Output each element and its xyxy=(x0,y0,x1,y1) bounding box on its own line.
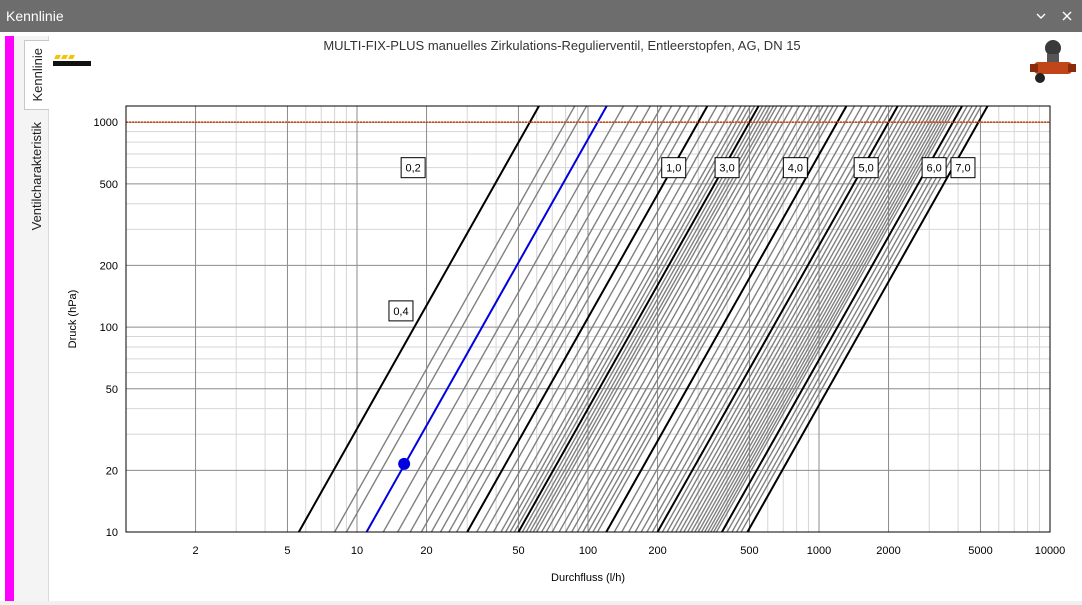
y-tick-labels: 10 20 50 100 200 500 1000 xyxy=(94,117,118,539)
x-tick-label: 5000 xyxy=(968,545,992,557)
grey-curve xyxy=(571,106,813,532)
window-bottom-border xyxy=(0,601,1082,605)
x-tick-label: 10000 xyxy=(1035,545,1066,557)
grey-curve xyxy=(509,106,751,532)
grey-curve xyxy=(715,106,958,532)
curve-label: 0,4 xyxy=(388,300,414,322)
curve-label: 6,0 xyxy=(921,157,947,179)
x-tick-label: 5 xyxy=(284,545,290,557)
grey-curve xyxy=(456,106,698,532)
curve-label: 4,0 xyxy=(782,157,808,179)
curve-label: 1,0 xyxy=(661,157,687,179)
curve-label-text: 6,0 xyxy=(926,163,941,175)
y-tick-label: 100 xyxy=(100,322,118,334)
window-title: Kennlinie xyxy=(6,8,64,24)
window-titlebar: Kennlinie xyxy=(0,0,1082,32)
y-tick-label: 1000 xyxy=(94,117,118,129)
y-tick-label: 20 xyxy=(106,465,118,477)
kennlinie-chart: MULTI-FIX-PLUS manuelles Zirkulations-Re… xyxy=(67,38,1065,584)
x-tick-label: 500 xyxy=(740,545,758,557)
y-tick-label: 10 xyxy=(106,527,118,539)
curve-label-text: 5,0 xyxy=(859,163,874,175)
grey-curve xyxy=(484,106,727,532)
x-tick-label: 200 xyxy=(648,545,666,557)
grey-curve xyxy=(707,106,949,532)
chevron-down-icon[interactable] xyxy=(1029,0,1053,32)
x-axis-label: Durchfluss (l/h) xyxy=(551,572,625,584)
x-tick-label: 1000 xyxy=(807,545,831,557)
curve-label-text: 0,4 xyxy=(393,306,408,318)
curve-label-text: 1,0 xyxy=(666,163,681,175)
curve-label-text: 4,0 xyxy=(788,163,803,175)
curve-label: 7,0 xyxy=(950,157,976,179)
y-tick-label: 200 xyxy=(100,260,118,272)
curve-label: 0,2 xyxy=(400,157,426,179)
y-tick-label: 500 xyxy=(100,179,118,191)
grey-curve xyxy=(334,106,576,532)
x-tick-label: 50 xyxy=(512,545,524,557)
x-tick-label: 2000 xyxy=(876,545,900,557)
x-tick-label: 20 xyxy=(420,545,432,557)
curve-label: 3,0 xyxy=(714,157,740,179)
x-tick-label: 2 xyxy=(192,545,198,557)
curve-label-text: 0,2 xyxy=(405,163,420,175)
x-tick-labels: 2 5 10 20 50 100 200 500 1000 2000 5000 10000 xyxy=(192,545,1065,557)
x-tick-label: 100 xyxy=(579,545,597,557)
curve-label-text: 7,0 xyxy=(955,163,970,175)
x-tick-label: 10 xyxy=(351,545,363,557)
curve-label-text: 3,0 xyxy=(719,163,734,175)
grey-curve xyxy=(439,106,682,532)
close-icon[interactable] xyxy=(1055,0,1079,32)
y-tick-label: 50 xyxy=(106,384,118,396)
operating-point-marker xyxy=(398,457,411,470)
operating-point-group xyxy=(398,457,411,470)
y-axis-label: Druck (hPa) xyxy=(67,290,79,349)
grey-curve xyxy=(710,106,952,532)
curve-label: 5,0 xyxy=(853,157,879,179)
chart-title: MULTI-FIX-PLUS manuelles Zirkulations-Re… xyxy=(323,38,800,53)
